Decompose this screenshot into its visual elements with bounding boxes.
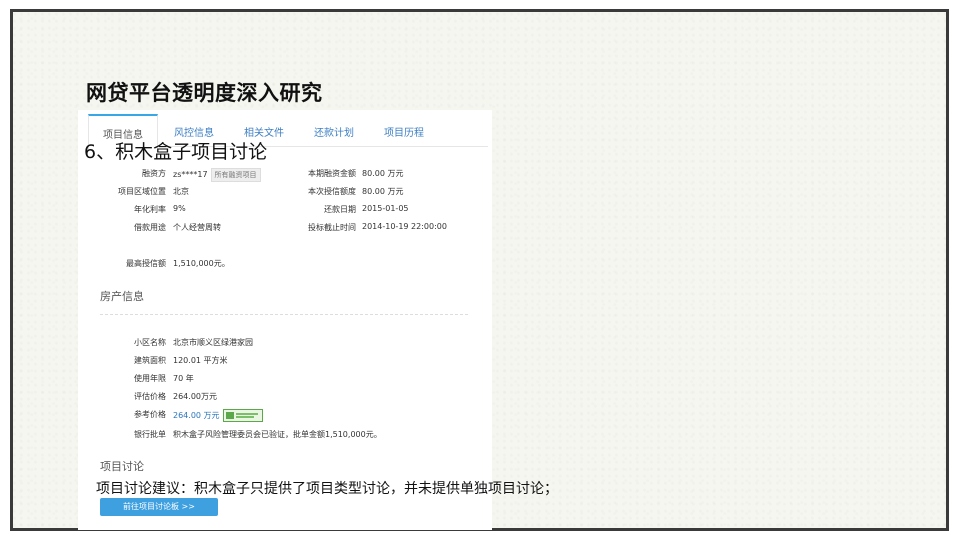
field-value: 2015-01-05 [362, 204, 409, 213]
field-label: 参考价格 [134, 410, 166, 419]
field-label: 年化利率 [134, 205, 166, 214]
field-value: 北京 [173, 187, 189, 196]
field-label: 建筑面积 [134, 356, 166, 365]
field-label: 评估价格 [134, 392, 166, 401]
field-label: 使用年限 [134, 374, 166, 383]
field-label: 借款用途 [134, 223, 166, 232]
field-value: 80.00 万元 [362, 187, 404, 196]
tab-project-history[interactable]: 项目历程 [384, 124, 424, 139]
field-label: 本次授信额度 [308, 187, 356, 196]
property-section-title: 房产信息 [100, 290, 144, 303]
field-value: 2014-10-19 22:00:00 [362, 222, 447, 231]
field-label: 项目区域位置 [118, 187, 166, 196]
field-label: 小区名称 [134, 338, 166, 347]
section-heading: 6、积木盒子项目讨论 [84, 141, 268, 163]
field-label: 本期融资金额 [308, 169, 356, 178]
source-logo-icon[interactable] [222, 409, 263, 422]
field-value: 70 年 [173, 374, 194, 383]
borrower-tag[interactable]: 所有融资项目 [210, 168, 261, 182]
platform-screenshot: 项目信息 风控信息 相关文件 还款计划 项目历程 融资方 zs****17 所有融… [78, 110, 492, 530]
field-label: 银行批单 [134, 430, 166, 439]
field-value: 9% [173, 204, 186, 213]
field-value: 264.00 万元 [173, 411, 220, 420]
field-label: 融资方 [142, 169, 166, 178]
field-label: 最高授信额 [126, 259, 166, 268]
field-value: 264.00万元 [173, 392, 217, 401]
slide-title: 网贷平台透明度深入研究 [86, 80, 323, 105]
field-value: 1,510,000元。 [173, 259, 230, 268]
field-label: 投标截止时间 [308, 223, 356, 232]
field-value: 120.01 平方米 [173, 356, 228, 365]
field-value: zs****17 [173, 170, 208, 179]
discussion-section-title: 项目讨论 [100, 460, 144, 473]
field-value: 个人经营周转 [173, 223, 221, 232]
tab-repayment-plan[interactable]: 还款计划 [314, 124, 354, 139]
field-value: 80.00 万元 [362, 169, 404, 178]
field-label: 还款日期 [324, 205, 356, 214]
divider [100, 314, 468, 315]
slide-note: 项目讨论建议：积木盒子只提供了项目类型讨论，并未提供单独项目讨论； [96, 481, 558, 497]
discussion-board-button[interactable]: 前往项目讨论板 >> [100, 498, 218, 516]
field-value: 积木盒子风险管理委员会已验证，批单金额1,510,000元。 [173, 430, 382, 439]
field-value: 北京市顺义区绿港家园 [173, 338, 253, 347]
